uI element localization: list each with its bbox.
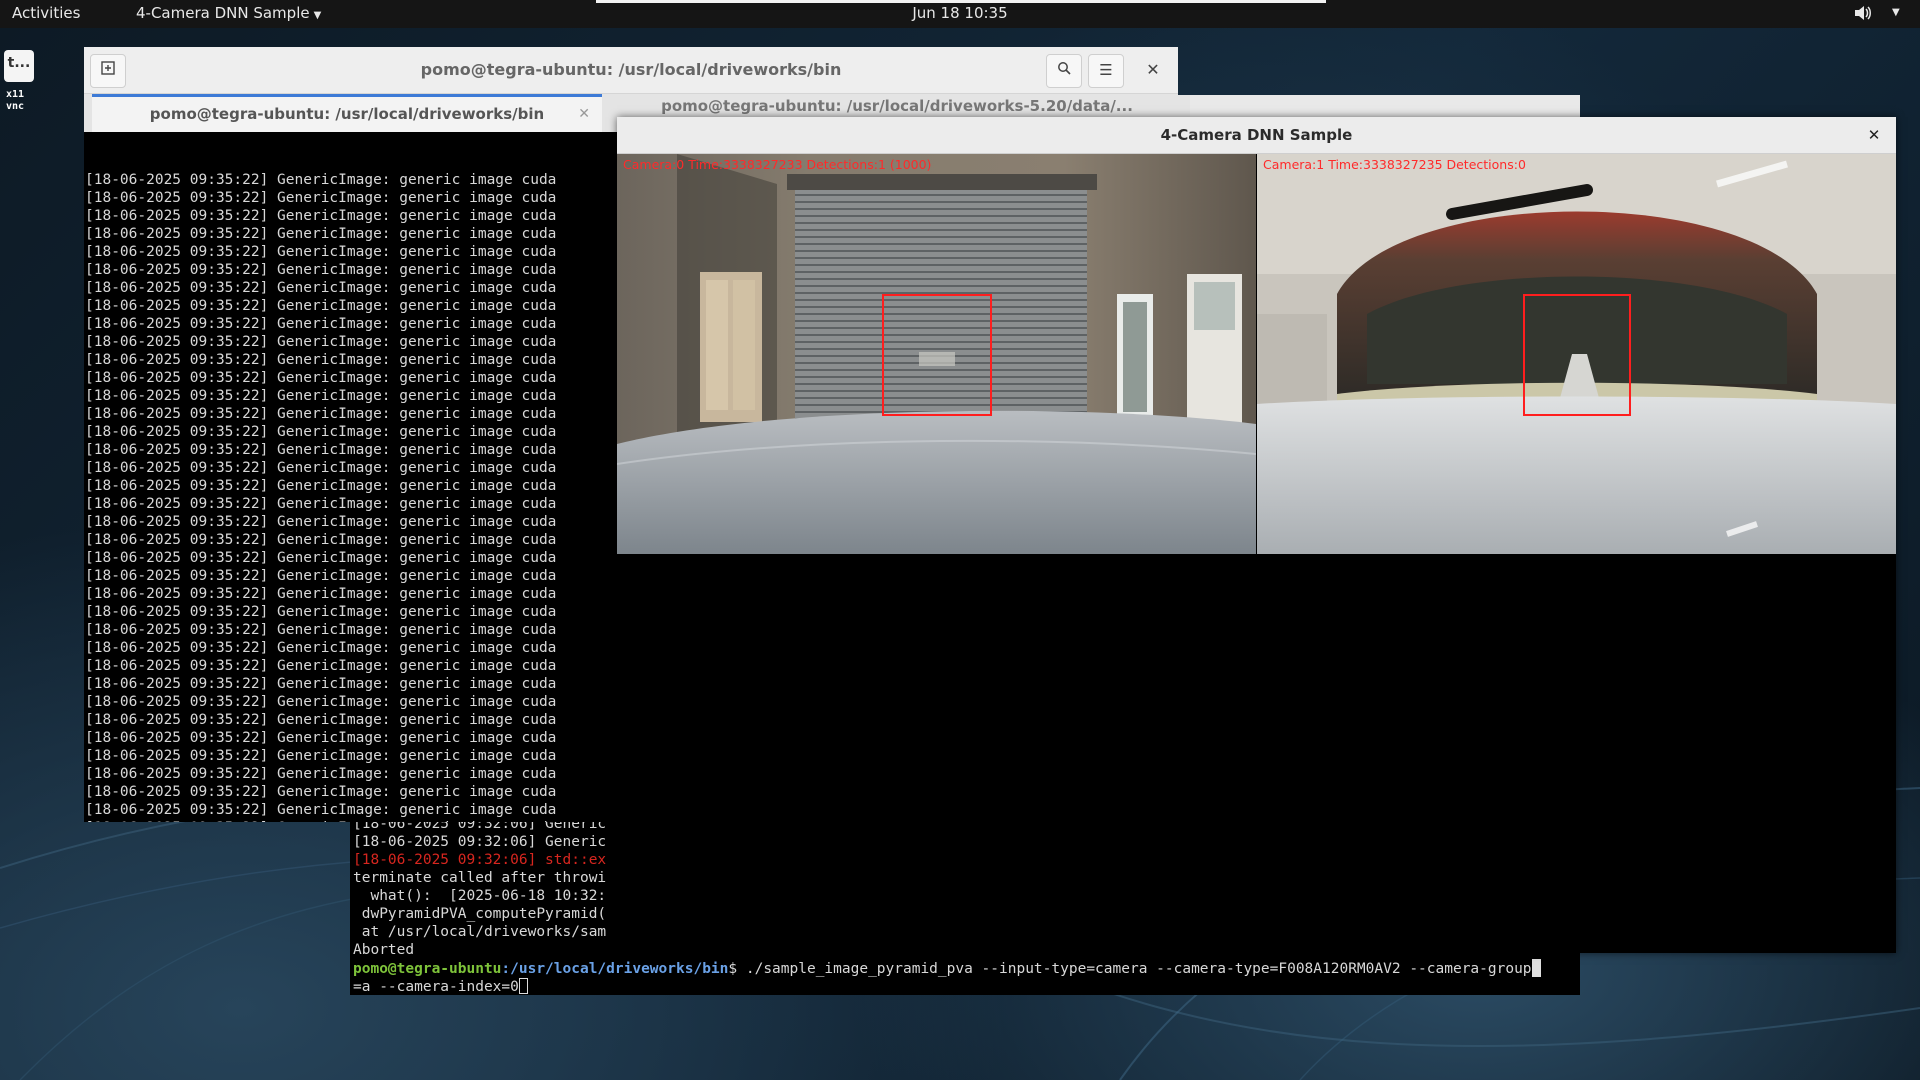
log-line: [18-06-2025 09:35:22] GenericImage: gene… [85,424,557,440]
camera-1-label: Camera:1 Time:3338327235 Detections:0 [1263,157,1526,172]
menu-button[interactable]: ☰ [1088,54,1124,88]
log-line: [18-06-2025 09:35:22] GenericImage: gene… [85,406,557,422]
activities-button[interactable]: Activities [12,4,80,22]
progress-bar [596,0,1326,3]
camera-view-0: Camera:0 Time:3338327233 Detections:1 (1… [617,154,1256,554]
log-line: [18-06-2025 09:35:22] GenericImage: gene… [85,766,557,782]
log-line: [18-06-2025 09:35:22] GenericImage: gene… [85,244,557,260]
x11-text: x11 [6,89,25,100]
log-line: [18-06-2025 09:35:22] GenericImage: gene… [85,478,557,494]
tab-driveworks-data[interactable]: pomo@tegra-ubuntu: /usr/local/driveworks… [604,95,1190,117]
log-line: [18-06-2025 09:35:22] GenericImage: gene… [85,388,557,404]
log-line: [18-06-2025 09:35:22] GenericImage: gene… [85,172,557,188]
command-text: ./sample_image_pyramid_pva --input-type=… [737,961,1532,977]
log-line: [18-06-2025 09:35:22] GenericImage: gene… [85,190,557,206]
new-tab-icon [101,61,115,75]
log-line: [18-06-2025 09:35:22] GenericImage: gene… [85,442,557,458]
x11vnc-label[interactable]: x11 vnc [6,89,24,113]
log-line: [18-06-2025 09:35:22] GenericImage: gene… [85,784,557,800]
log-lines: [18-06-2025 09:35:22] GenericImage: gene… [85,171,615,822]
app-menu[interactable]: 4-Camera DNN Sample ▼ [136,4,321,22]
log-line: [18-06-2025 09:35:22] GenericImage: gene… [85,514,557,530]
log-line: [18-06-2025 09:35:22] GenericImage: gene… [85,262,557,278]
tab-close-icon[interactable]: ✕ [578,97,590,131]
terminal-back-tab-strip: pomo@tegra-ubuntu: /usr/local/driveworks… [604,95,1190,117]
camera-view-1: Camera:1 Time:3338327235 Detections:0 [1257,154,1896,554]
app-menu-label: 4-Camera DNN Sample [136,4,310,22]
log-line: [18-06-2025 09:35:22] GenericImage: gene… [85,280,557,296]
log-line: [18-06-2025 09:35:22] GenericImage: gene… [85,226,557,242]
tab-label: pomo@tegra-ubuntu: /usr/local/driveworks… [149,105,545,123]
camera-0-label: Camera:0 Time:3338327233 Detections:1 (1… [623,157,932,172]
chevron-down-icon: ▼ [313,10,322,21]
terminal-dock-tile[interactable]: t... [4,50,34,82]
window-title: pomo@tegra-ubuntu: /usr/local/driveworks… [420,60,842,79]
command-continuation: =a --camera-index=0 [353,978,1573,995]
log-line: [18-06-2025 09:35:22] GenericImage: gene… [85,748,557,764]
log-line: [18-06-2025 09:35:22] GenericImage: gene… [85,640,557,656]
log-line: [18-06-2025 09:35:22] GenericImage: gene… [85,676,557,692]
log-line: [18-06-2025 09:35:22] GenericImage: gene… [85,694,557,710]
new-tab-button[interactable] [90,54,126,88]
volume-icon[interactable] [1854,5,1872,25]
detection-box [1523,294,1631,416]
terminal-front-output[interactable]: [18-06-2025 09:35:22] GenericImage: gene… [85,135,615,822]
close-icon: ✕ [1867,126,1881,144]
dnn-close-button[interactable]: ✕ [1862,117,1886,153]
log-line: [18-06-2025 09:35:22] GenericImage: gene… [85,604,557,620]
log-line: [18-06-2025 09:35:22] GenericImage: gene… [85,352,557,368]
search-icon [1058,62,1071,75]
log-line: [18-06-2025 09:35:22] GenericImage: gene… [85,658,557,674]
log-line: [18-06-2025 09:35:22] GenericImage: gene… [85,370,557,386]
system-menu-chevron-icon[interactable]: ▼ [1892,7,1900,18]
dnn-window-titlebar[interactable]: 4-Camera DNN Sample ✕ [617,117,1896,154]
log-line: [18-06-2025 09:35:22] GenericImage: gene… [85,819,615,822]
log-line: [18-06-2025 09:35:22] GenericImage: gene… [85,550,557,566]
dnn-window-title: 4-Camera DNN Sample [1160,126,1353,144]
log-line: [18-06-2025 09:35:22] GenericImage: gene… [85,316,557,332]
close-icon: ✕ [1146,60,1160,79]
log-line: [18-06-2025 09:35:22] GenericImage: gene… [85,298,557,314]
log-line: [18-06-2025 09:35:22] GenericImage: gene… [85,334,557,350]
scroll-cursor [1531,959,1541,977]
top-bar: Activities 4-Camera DNN Sample ▼ Jun 18 1… [0,0,1920,28]
prompt-user: pomo@tegra-ubuntu [353,961,502,977]
log-line: [18-06-2025 09:35:22] GenericImage: gene… [85,460,557,476]
prompt-symbol: $ [728,961,738,977]
log-line: [18-06-2025 09:35:22] GenericImage: gene… [85,712,557,728]
log-line: [18-06-2025 09:35:22] GenericImage: gene… [85,802,557,818]
command-text-2: =a --camera-index=0 [353,979,519,995]
clock[interactable]: Jun 18 10:35 [912,4,1007,22]
prompt-line: pomo@tegra-ubuntu:/usr/local/driveworks/… [353,959,1573,978]
log-line: [18-06-2025 09:35:22] GenericImage: gene… [85,568,557,584]
log-line: [18-06-2025 09:35:22] GenericImage: gene… [85,730,557,746]
log-line: [18-06-2025 09:35:22] GenericImage: gene… [85,496,557,512]
hamburger-icon: ☰ [1099,61,1113,79]
vnc-text: vnc [6,101,25,112]
tab-driveworks-bin[interactable]: pomo@tegra-ubuntu: /usr/local/driveworks… [92,94,602,132]
dnn-sample-window[interactable]: 4-Camera DNN Sample ✕ Camera:0 Time:3338… [617,117,1896,953]
prompt-path: :/usr/local/driveworks/bin [501,961,729,977]
log-line: [18-06-2025 09:35:22] GenericImage: gene… [85,622,557,638]
log-line: [18-06-2025 09:35:22] GenericImage: gene… [85,586,557,602]
log-line: [18-06-2025 09:35:22] GenericImage: gene… [85,208,557,224]
log-line: [18-06-2025 09:35:22] GenericImage: gene… [85,532,557,548]
search-button[interactable] [1046,54,1082,88]
text-cursor[interactable] [518,978,528,994]
detection-box [882,294,992,416]
close-button[interactable]: ✕ [1138,54,1168,86]
tab-label: pomo@tegra-ubuntu: /usr/local/driveworks… [661,97,1133,115]
terminal-front-headerbar[interactable]: pomo@tegra-ubuntu: /usr/local/driveworks… [84,47,1178,94]
